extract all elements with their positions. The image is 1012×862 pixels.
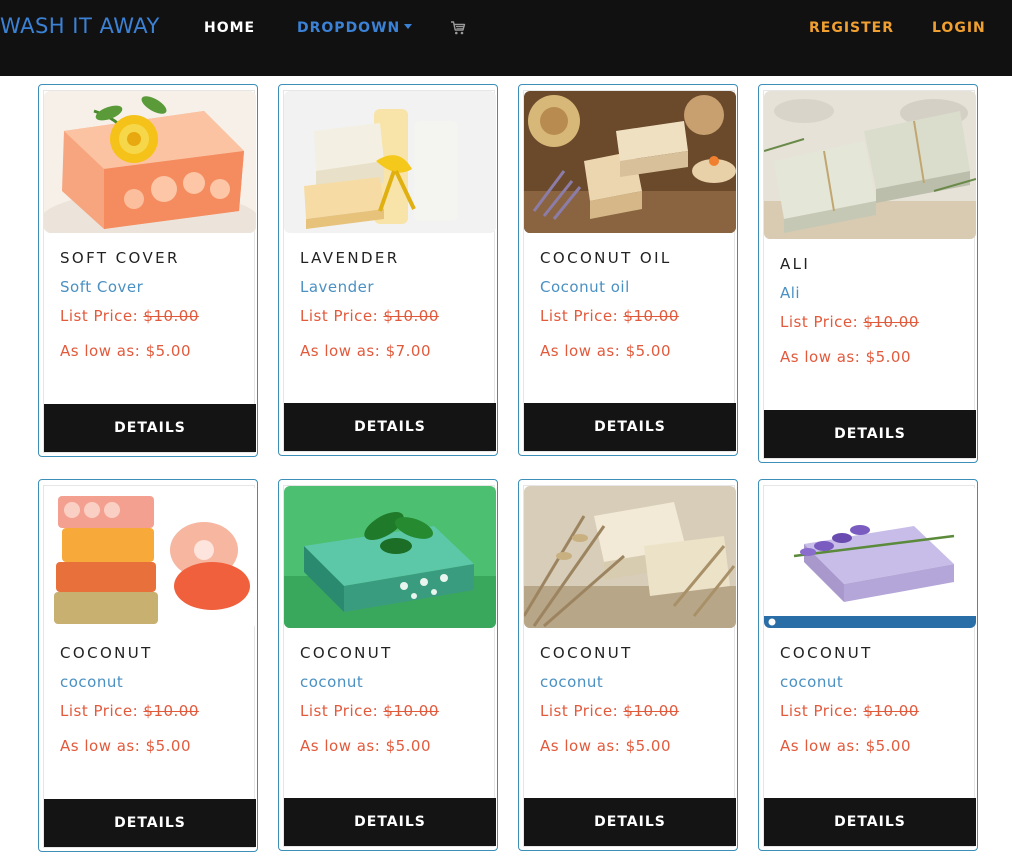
product-name: COCONUT — [60, 644, 153, 662]
product-list-price: List Price: $10.00 — [540, 702, 718, 720]
product-image — [44, 91, 256, 233]
low-price-value: $5.00 — [145, 342, 192, 360]
nav-login-link[interactable]: LOGIN — [932, 20, 986, 36]
product-low-price: As low as: $5.00 — [60, 737, 238, 755]
low-price-label: As low as: — [540, 737, 626, 755]
details-button[interactable]: DETAILS — [524, 403, 736, 451]
product-image — [524, 486, 736, 628]
nav-dropdown-label: DROPDOWN — [297, 20, 401, 36]
product-subtitle-link[interactable]: coconut — [60, 673, 238, 691]
nav-dropdown-toggle[interactable]: DROPDOWN — [297, 20, 413, 36]
product-low-price: As low as: $5.00 — [780, 737, 958, 755]
navbar: WASH IT AWAY HOME DROPDOWN REGISTER LOGI… — [0, 0, 1012, 76]
product-low-price: As low as: $5.00 — [540, 737, 718, 755]
details-button[interactable]: DETAILS — [764, 798, 976, 846]
product-subtitle-link[interactable]: coconut — [780, 673, 958, 691]
list-price-value: $10.00 — [383, 307, 439, 325]
list-price-label: List Price: — [300, 702, 384, 720]
product-list-price: List Price: $10.00 — [780, 313, 958, 331]
list-price-label: List Price: — [60, 702, 144, 720]
low-price-label: As low as: — [540, 342, 626, 360]
product-card: ALI Ali List Price: $10.00 As low as: $5… — [758, 84, 978, 463]
product-low-price: As low as: $5.00 — [540, 342, 718, 360]
product-subtitle-link[interactable]: coconut — [540, 673, 718, 691]
product-image — [764, 91, 976, 239]
list-price-label: List Price: — [540, 702, 624, 720]
list-price-value: $10.00 — [143, 307, 199, 325]
product-low-price: As low as: $5.00 — [60, 342, 238, 360]
product-name: LAVENDER — [300, 249, 400, 267]
product-image — [524, 91, 736, 233]
nav-home-link[interactable]: HOME — [204, 20, 255, 36]
list-price-label: List Price: — [540, 307, 624, 325]
product-image — [284, 91, 496, 233]
product-name: SOFT COVER — [60, 249, 180, 267]
details-button[interactable]: DETAILS — [284, 798, 496, 846]
product-name: COCONUT — [300, 644, 393, 662]
product-list-price: List Price: $10.00 — [60, 307, 238, 325]
product-card: COCONUT coconut List Price: $10.00 As lo… — [518, 479, 738, 851]
product-subtitle-link[interactable]: Ali — [780, 284, 958, 302]
product-image — [44, 486, 256, 628]
product-low-price: As low as: $5.00 — [300, 737, 478, 755]
product-card: COCONUT coconut List Price: $10.00 As lo… — [278, 479, 498, 851]
product-subtitle-link[interactable]: Soft Cover — [60, 278, 238, 296]
low-price-value: $7.00 — [385, 342, 432, 360]
product-card: SOFT COVER Soft Cover List Price: $10.00… — [38, 84, 258, 457]
list-price-value: $10.00 — [623, 307, 679, 325]
details-button[interactable]: DETAILS — [764, 410, 976, 458]
low-price-label: As low as: — [780, 737, 866, 755]
product-low-price: As low as: $7.00 — [300, 342, 478, 360]
low-price-value: $5.00 — [865, 737, 912, 755]
product-subtitle-link[interactable]: coconut — [300, 673, 478, 691]
list-price-label: List Price: — [780, 313, 864, 331]
list-price-value: $10.00 — [623, 702, 679, 720]
list-price-label: List Price: — [60, 307, 144, 325]
brand-logo[interactable]: WASH IT AWAY — [0, 14, 160, 38]
product-card: COCONUT OIL Coconut oil List Price: $10.… — [518, 84, 738, 456]
low-price-value: $5.00 — [145, 737, 192, 755]
product-card: COCONUT coconut List Price: $10.00 As lo… — [758, 479, 978, 851]
product-card: LAVENDER Lavender List Price: $10.00 As … — [278, 84, 498, 456]
product-list-price: List Price: $10.00 — [780, 702, 958, 720]
low-price-label: As low as: — [60, 342, 146, 360]
product-name: COCONUT OIL — [540, 249, 672, 267]
product-image — [284, 486, 496, 628]
product-list-price: List Price: $10.00 — [540, 307, 718, 325]
product-name: ALI — [780, 255, 811, 273]
product-list-price: List Price: $10.00 — [300, 702, 478, 720]
cart-icon[interactable] — [450, 20, 466, 36]
details-button[interactable]: DETAILS — [44, 799, 256, 847]
list-price-value: $10.00 — [863, 313, 919, 331]
low-price-label: As low as: — [300, 342, 386, 360]
list-price-value: $10.00 — [143, 702, 199, 720]
low-price-value: $5.00 — [625, 737, 672, 755]
list-price-label: List Price: — [300, 307, 384, 325]
low-price-value: $5.00 — [385, 737, 432, 755]
nav-register-link[interactable]: REGISTER — [809, 20, 894, 36]
low-price-label: As low as: — [300, 737, 386, 755]
list-price-value: $10.00 — [383, 702, 439, 720]
list-price-value: $10.00 — [863, 702, 919, 720]
product-subtitle-link[interactable]: Lavender — [300, 278, 478, 296]
product-name: COCONUT — [780, 644, 873, 662]
product-low-price: As low as: $5.00 — [780, 348, 958, 366]
details-button[interactable]: DETAILS — [44, 404, 256, 452]
product-name: COCONUT — [540, 644, 633, 662]
low-price-value: $5.00 — [625, 342, 672, 360]
low-price-label: As low as: — [60, 737, 146, 755]
details-button[interactable]: DETAILS — [524, 798, 736, 846]
low-price-label: As low as: — [780, 348, 866, 366]
caret-down-icon — [404, 24, 413, 29]
product-subtitle-link[interactable]: Coconut oil — [540, 278, 718, 296]
details-button[interactable]: DETAILS — [284, 403, 496, 451]
product-list-price: List Price: $10.00 — [60, 702, 238, 720]
product-image — [764, 486, 976, 628]
low-price-value: $5.00 — [865, 348, 912, 366]
product-card: COCONUT coconut List Price: $10.00 As lo… — [38, 479, 258, 852]
list-price-label: List Price: — [780, 702, 864, 720]
product-list-price: List Price: $10.00 — [300, 307, 478, 325]
